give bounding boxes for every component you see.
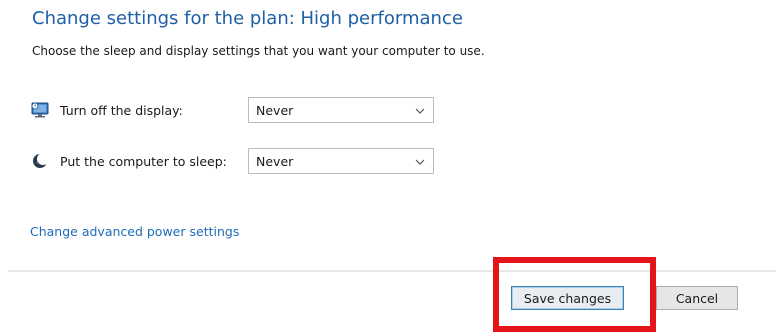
save-changes-button[interactable]: Save changes: [511, 286, 624, 310]
chevron-down-icon: [415, 108, 425, 114]
display-setting-label: Turn off the display:: [60, 102, 183, 118]
sleep-timeout-select[interactable]: Never: [248, 148, 434, 174]
page-title: Change settings for the plan: High perfo…: [32, 8, 463, 29]
advanced-power-settings-link[interactable]: Change advanced power settings: [30, 224, 239, 239]
sleep-timeout-value: Never: [256, 153, 294, 169]
display-timeout-value: Never: [256, 102, 294, 118]
cancel-button[interactable]: Cancel: [656, 286, 738, 310]
page-subtitle: Choose the sleep and display settings th…: [32, 44, 485, 58]
sleep-setting-row: Put the computer to sleep:: [30, 148, 227, 174]
chevron-down-icon: [415, 159, 425, 165]
monitor-icon: [30, 100, 50, 120]
sleep-setting-label: Put the computer to sleep:: [60, 153, 227, 169]
display-timeout-select[interactable]: Never: [248, 97, 434, 123]
sleep-moon-icon: [30, 151, 50, 171]
footer-divider: [8, 270, 776, 272]
display-setting-row: Turn off the display:: [30, 97, 183, 123]
